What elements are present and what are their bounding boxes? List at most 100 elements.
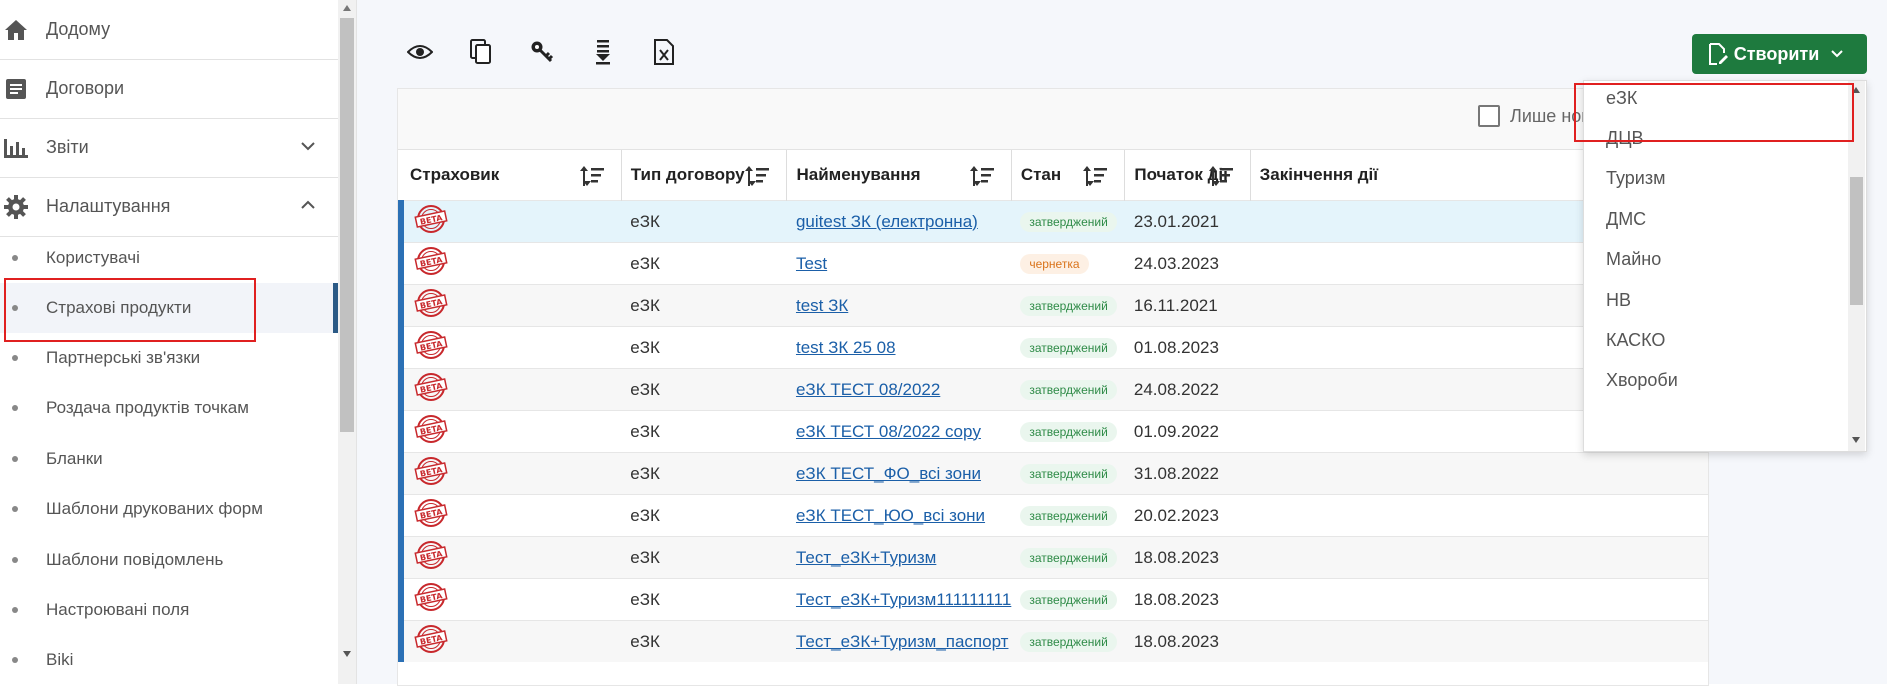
sidebar-item-forms[interactable]: Бланки	[0, 434, 338, 484]
chevron-up-icon[interactable]	[298, 195, 318, 215]
bullet-icon	[12, 506, 18, 512]
sidebar-item-print-templates[interactable]: Шаблони друкованих форм	[0, 484, 338, 534]
beta-stamp-icon: BETA	[413, 415, 449, 448]
view-button[interactable]	[404, 38, 436, 70]
key-button[interactable]	[526, 38, 558, 70]
status-cell: затверджений	[1011, 494, 1125, 537]
table-row[interactable]: BETA еЗК guitest ЗК (електронна) затверджен…	[397, 200, 1708, 243]
status-cell: затверджений	[1011, 410, 1125, 453]
product-name-link[interactable]: еЗК ТЕСТ_ЮО_всі зони	[796, 506, 985, 525]
dropdown-item[interactable]: Хвороби	[1606, 368, 1678, 392]
end-date-cell	[1250, 578, 1708, 621]
table-row[interactable]: BETA еЗК test ЗК затверджений 16.11.2021	[397, 284, 1708, 327]
column-header[interactable]: Тип договору	[621, 150, 788, 201]
sidebar-item-label: Бланки	[46, 449, 103, 468]
nav-home[interactable]: Додому	[0, 0, 338, 60]
scroll-up-icon[interactable]	[343, 5, 351, 11]
sidebar-item-product-distribution[interactable]: Роздача продуктів точкам	[0, 383, 338, 433]
column-header[interactable]: Найменування	[786, 150, 1012, 201]
product-name-link[interactable]: Test	[796, 254, 827, 273]
product-name-link[interactable]: еЗК ТЕСТ 08/2022	[796, 380, 940, 399]
sort-icon[interactable]	[579, 165, 605, 192]
sidebar-item-custom-fields[interactable]: Настроювані поля	[0, 585, 338, 635]
beta-stamp-icon: BETA	[413, 457, 449, 490]
table-row[interactable]: BETA еЗК Тест_еЗК+Туризм111111111 затвердже…	[397, 578, 1708, 621]
chevron-down-icon[interactable]	[298, 136, 318, 156]
product-name-link[interactable]: еЗК ТЕСТ_ФО_всі зони	[796, 464, 981, 483]
nav-contracts[interactable]: Договори	[0, 59, 338, 119]
type-cell: еЗК	[621, 620, 787, 662]
scrollbar-thumb[interactable]	[1850, 177, 1863, 305]
product-name-link[interactable]: Тест_еЗК+Туризм	[796, 548, 936, 567]
sort-icon[interactable]	[744, 165, 770, 192]
beta-stamp-icon: BETA	[413, 331, 449, 364]
only-new-checkbox[interactable]	[1478, 105, 1500, 127]
product-name-link[interactable]: еЗК ТЕСТ 08/2022 copy	[796, 422, 981, 441]
contract-type: еЗК	[630, 505, 660, 525]
status-cell: затверджений	[1011, 284, 1125, 327]
excel-export-button[interactable]	[648, 38, 680, 70]
bullet-icon	[12, 456, 18, 462]
contract-type: еЗК	[630, 589, 660, 609]
sort-icon[interactable]	[969, 165, 995, 192]
table-row[interactable]: BETA еЗК еЗК ТЕСТ_ФО_всі зони затверджений 3…	[397, 452, 1708, 495]
nav-settings[interactable]: Налаштування	[0, 177, 338, 237]
scroll-down-icon[interactable]	[343, 651, 351, 657]
eye-icon	[406, 43, 434, 66]
sort-icon[interactable]	[1082, 165, 1108, 192]
highlight-box	[4, 278, 256, 342]
insurer-cell: BETA	[397, 284, 622, 327]
sidebar-scrollbar[interactable]	[338, 0, 356, 684]
bullet-icon	[12, 355, 18, 361]
table-row[interactable]: BETA еЗК Test чернетка 24.03.2023	[397, 242, 1708, 285]
scroll-down-icon[interactable]	[1852, 437, 1860, 443]
document-icon	[2, 75, 30, 103]
insurer-cell: BETA	[397, 326, 622, 369]
sidebar-item-wiki[interactable]: Віki	[0, 635, 338, 684]
status-cell: затверджений	[1011, 326, 1125, 369]
table-row[interactable]: BETA еЗК еЗК ТЕСТ 08/2022 затверджений 24.08…	[397, 368, 1708, 411]
name-cell: еЗК ТЕСТ_ЮО_всі зони	[786, 494, 1012, 537]
insurer-cell: BETA	[397, 368, 622, 411]
nav-label: Налаштування	[46, 196, 171, 216]
column-header[interactable]: Страховик	[401, 150, 622, 201]
table-row[interactable]: BETA еЗК Тест_еЗК+Туризм_паспорт затверджен…	[397, 620, 1708, 662]
dropdown-item[interactable]: КАСКО	[1606, 328, 1665, 352]
contract-type: еЗК	[630, 211, 660, 231]
type-cell: еЗК	[621, 368, 787, 411]
sidebar-item-users[interactable]: Користувачі	[0, 233, 338, 283]
beta-stamp-icon: BETA	[413, 625, 449, 658]
product-name-link[interactable]: test ЗК	[796, 296, 848, 315]
sort-icon[interactable]	[1208, 165, 1234, 192]
product-name-link[interactable]: Тест_еЗК+Туризм_паспорт	[796, 632, 1009, 651]
column-header[interactable]: Початок дії	[1124, 150, 1251, 201]
table-row[interactable]: BETA еЗК test ЗК 25 08 затверджений 01.08.20…	[397, 326, 1708, 369]
product-name-link[interactable]: Тест_еЗК+Туризм111111111	[796, 590, 1011, 609]
column-header[interactable]: Стан	[1011, 150, 1126, 201]
home-icon	[2, 16, 30, 44]
beta-stamp-icon: BETA	[413, 373, 449, 406]
type-cell: еЗК	[621, 242, 787, 285]
insurer-cell: BETA	[397, 200, 622, 243]
sidebar-item-label: Шаблони друкованих форм	[46, 499, 263, 518]
nav-reports[interactable]: Звіти	[0, 118, 338, 178]
product-name-link[interactable]: test ЗК 25 08	[796, 338, 896, 357]
dropdown-item[interactable]: Туризм	[1606, 166, 1665, 190]
dropdown-item[interactable]: Майно	[1606, 247, 1661, 271]
nav-label: Договори	[46, 78, 125, 98]
table-row[interactable]: BETA еЗК еЗК ТЕСТ_ЮО_всі зони затверджений 2…	[397, 494, 1708, 537]
product-name-link[interactable]: guitest ЗК (електронна)	[796, 212, 978, 231]
dropdown-item[interactable]: НВ	[1606, 288, 1631, 312]
scrollbar-thumb[interactable]	[340, 18, 354, 432]
insurer-cell: BETA	[397, 536, 622, 579]
download-button[interactable]	[587, 38, 619, 70]
dropdown-item[interactable]: ДМС	[1606, 207, 1646, 231]
sidebar-item-message-templates[interactable]: Шаблони повідомлень	[0, 535, 338, 585]
table-row[interactable]: BETA еЗК еЗК ТЕСТ 08/2022 copy затверджений…	[397, 410, 1708, 453]
table-row[interactable]: BETA еЗК Тест_еЗК+Туризм затверджений 18.08.…	[397, 536, 1708, 579]
status-badge: чернетка	[1020, 254, 1089, 274]
beta-stamp-icon: BETA	[413, 499, 449, 532]
type-cell: еЗК	[621, 284, 787, 327]
create-button[interactable]: Створити	[1692, 34, 1867, 74]
copy-button[interactable]	[465, 38, 497, 70]
